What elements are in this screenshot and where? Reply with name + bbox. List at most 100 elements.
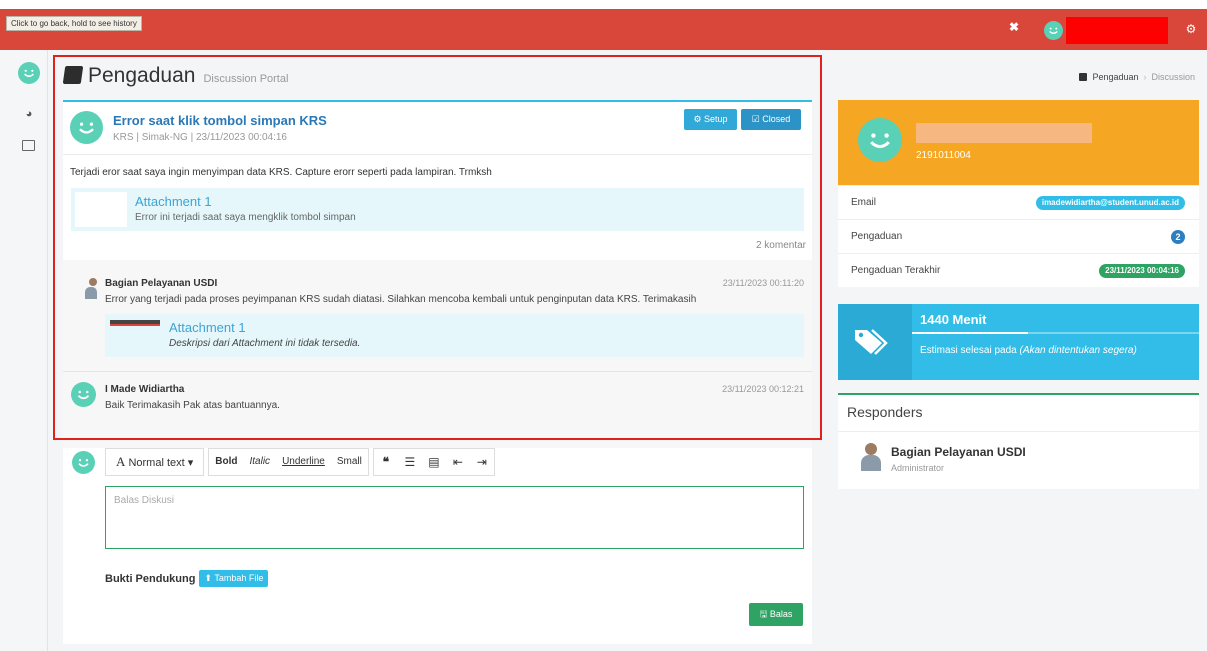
page-title-text: Pengaduan	[88, 64, 196, 87]
quote-icon[interactable]: ❝	[374, 449, 398, 475]
admin-avatar	[75, 276, 97, 300]
last-complaint-label: Pengaduan Terakhir	[851, 265, 941, 276]
dashboard-icon[interactable]: ◕	[23, 108, 35, 120]
attachment-thumbnail[interactable]	[110, 320, 160, 326]
breadcrumb-separator: ›	[1143, 72, 1147, 82]
estimate-text-prefix: Estimasi selesai pada	[920, 345, 1017, 356]
setup-label: Setup	[704, 114, 728, 124]
attachment-title[interactable]: Attachment 1	[135, 194, 212, 209]
tag-icon	[855, 329, 888, 355]
page-subtitle: Discussion Portal	[203, 73, 289, 85]
attachment-description: Error ini terjadi saat saya mengklik tom…	[135, 212, 356, 223]
user-name-redacted[interactable]	[1066, 17, 1168, 44]
format-dropdown[interactable]: A Normal text ▾	[106, 449, 203, 475]
add-file-button[interactable]: ⬆ Tambah File	[199, 570, 269, 587]
book-icon	[62, 66, 84, 84]
profile-avatar	[858, 118, 902, 162]
responder-role: Administrator	[891, 463, 945, 473]
complaints-label: Pengaduan	[851, 231, 903, 242]
book-icon	[1079, 73, 1088, 81]
profile-header: 2191011004	[838, 100, 1199, 185]
profile-name-redacted	[916, 123, 1092, 143]
estimate-text: Estimasi selesai pada (Akan dintentukan …	[920, 345, 1137, 356]
estimate-bar-fill	[912, 332, 1028, 334]
bold-button[interactable]: Bold	[209, 449, 243, 475]
profile-card: 2191011004 Email imadewidiartha@student.…	[838, 100, 1199, 287]
thread-body: Terjadi eror saat saya ingin menyimpan d…	[70, 167, 492, 178]
editor-toolbar: A Normal text ▾ Bold Italic Underline Sm…	[105, 448, 499, 476]
thread-title: Error saat klik tombol simpan KRS	[113, 113, 327, 128]
comment-author: Bagian Pelayanan USDI	[105, 278, 218, 289]
settings-icon[interactable]: ⚙	[1184, 22, 1198, 36]
reply-button[interactable]: 🖫 Balas	[749, 603, 803, 626]
responders-card: Responders Bagian Pelayanan USDI Adminis…	[838, 393, 1199, 489]
style-group: Bold Italic Underline Small	[208, 448, 369, 476]
format-group: A Normal text ▾	[105, 448, 205, 476]
reply-avatar	[72, 451, 95, 474]
estimate-text-note: (Akan dintentukan segera)	[1019, 345, 1137, 356]
reply-textarea[interactable]	[106, 487, 803, 548]
small-button[interactable]: Small	[331, 449, 368, 475]
back-tooltip: Click to go back, hold to see history	[6, 16, 142, 31]
email-label: Email	[851, 197, 877, 208]
discussion-card: Error saat klik tombol simpan KRS KRS | …	[63, 100, 812, 644]
block-group: ❝ ☰ ▤ ⇤ ⇥	[372, 448, 495, 476]
top-bar	[0, 9, 1207, 50]
setup-button[interactable]: ⚙ Setup	[684, 109, 737, 130]
outdent-icon[interactable]: ⇤	[446, 449, 470, 475]
expand-icon[interactable]: ✖	[1007, 20, 1021, 34]
breadcrumb-item-discussion: Discussion	[1151, 72, 1195, 82]
comment-time: 23/11/2023 00:11:20	[722, 278, 804, 288]
complaints-row: Pengaduan 2	[838, 219, 1199, 253]
divider	[838, 431, 1199, 432]
user-avatar	[71, 382, 96, 407]
last-complaint-row: Pengaduan Terakhir 23/11/2023 00:04:16	[838, 253, 1199, 287]
attachment-title[interactable]: Attachment 1	[169, 320, 246, 335]
id-card-icon[interactable]	[22, 140, 35, 151]
user-avatar[interactable]	[1044, 21, 1063, 40]
comment-attachment[interactable]: Attachment 1 Deskripsi dari Attachment i…	[105, 314, 804, 357]
page: Click to go back, hold to see history ✖ …	[0, 0, 1207, 651]
reply-textarea-wrapper	[105, 486, 804, 549]
indent-icon[interactable]: ⇥	[470, 449, 494, 475]
numbered-list-icon[interactable]: ▤	[422, 449, 446, 475]
thread-avatar	[70, 111, 103, 144]
breadcrumb-item-pengaduan[interactable]: Pengaduan	[1092, 72, 1138, 82]
comment-text: Baik Terimakasih Pak atas bantuannya.	[105, 400, 280, 411]
closed-label: Closed	[762, 114, 791, 124]
sidebar-avatar[interactable]	[18, 62, 40, 84]
responder-avatar	[858, 441, 884, 473]
support-label: Bukti Pendukung	[105, 572, 196, 585]
email-badge: imadewidiartha@student.unud.ac.id	[1035, 196, 1185, 210]
underline-button[interactable]: Underline	[276, 449, 331, 475]
estimate-title: 1440 Menit	[920, 312, 987, 327]
comment-author: I Made Widiartha	[105, 384, 185, 395]
format-label: Normal text	[128, 457, 185, 469]
italic-button[interactable]: Italic	[244, 449, 277, 475]
add-file-label: Tambah File	[214, 573, 264, 583]
closed-button[interactable]: ☑ Closed	[741, 109, 801, 130]
reply-label: Balas	[769, 609, 793, 619]
last-complaint-badge: 23/11/2023 00:04:16	[1099, 264, 1185, 278]
complaints-count-badge: 2	[1171, 230, 1185, 244]
thread-header: Error saat klik tombol simpan KRS KRS | …	[63, 102, 812, 154]
estimate-card: 1440 Menit Estimasi selesai pada (Akan d…	[838, 304, 1199, 380]
support-section: Bukti Pendukung ⬆ Tambah File	[105, 570, 269, 587]
list-icon[interactable]: ☰	[398, 449, 422, 475]
estimate-icon-panel	[838, 304, 912, 380]
divider	[63, 371, 812, 372]
email-row: Email imadewidiartha@student.unud.ac.id	[838, 185, 1199, 219]
responder-name[interactable]: Bagian Pelayanan USDI	[891, 445, 1026, 459]
thread-meta: KRS | Simak-NG | 23/11/2023 00:04:16	[113, 132, 287, 143]
attachment-thumbnail[interactable]	[75, 192, 127, 227]
breadcrumb: Pengaduan › Discussion	[1079, 72, 1195, 82]
page-title: Pengaduan Discussion Portal	[62, 64, 289, 92]
comments-list: Bagian Pelayanan USDI 23/11/2023 00:11:2…	[63, 260, 812, 448]
profile-nim: 2191011004	[916, 150, 971, 161]
attachment-description: Deskripsi dari Attachment ini tidak ters…	[169, 338, 361, 349]
divider	[63, 154, 812, 155]
thread-attachment[interactable]: Attachment 1 Error ini terjadi saat saya…	[71, 188, 804, 231]
comment-time: 23/11/2023 00:12:21	[722, 384, 804, 394]
responders-title: Responders	[847, 404, 923, 420]
comment-text: Error yang terjadi pada proses peyimpana…	[105, 294, 697, 305]
